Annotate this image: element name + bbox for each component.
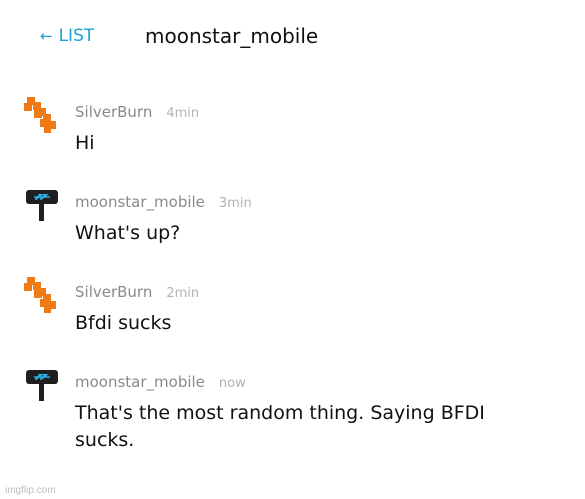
back-arrow-icon: ← [40, 27, 53, 45]
back-to-list-link[interactable]: ← LIST [40, 26, 94, 46]
message-text: Hi [75, 132, 95, 154]
message-timestamp: 2min [166, 286, 200, 301]
message-item: SilverBurn 4min Hi [0, 90, 585, 180]
message-author[interactable]: moonstar_mobile [75, 373, 205, 391]
message-timestamp: 4min [166, 106, 200, 121]
conversation-title: moonstar_mobile [145, 24, 319, 48]
orange-pixel-flame-avatar-icon[interactable] [24, 97, 60, 133]
message-text: That's the most random thing. Saying BFD… [75, 402, 485, 451]
message-meta: moonstar_mobile now [75, 372, 246, 391]
message-meta: SilverBurn 2min [75, 282, 199, 301]
message-item: moonstar_mobile 3min What's up? [0, 180, 585, 270]
message-meta: moonstar_mobile 3min [75, 192, 252, 211]
message-text: What's up? [75, 222, 181, 244]
message-author[interactable]: SilverBurn [75, 283, 152, 301]
hammer-sign-avatar-icon[interactable] [24, 187, 60, 223]
back-link-label: LIST [58, 26, 95, 46]
message-item: moonstar_mobile now That's the most rando… [0, 360, 585, 451]
message-author[interactable]: moonstar_mobile [75, 193, 205, 211]
orange-pixel-flame-avatar-icon[interactable] [24, 277, 60, 313]
message-timestamp: 3min [218, 196, 252, 211]
message-text: Bfdi sucks [75, 312, 172, 334]
message-list: SilverBurn 4min Hi moonstar_mobile 3min Wh… [0, 90, 585, 451]
chat-header: ← LIST moonstar_mobile [0, 0, 585, 72]
message-author[interactable]: SilverBurn [75, 103, 152, 121]
message-timestamp: now [218, 376, 246, 391]
imgflip-watermark: imgflip.com [5, 485, 56, 496]
message-meta: SilverBurn 4min [75, 102, 199, 121]
hammer-sign-avatar-icon[interactable] [24, 367, 60, 403]
message-item: SilverBurn 2min Bfdi sucks [0, 270, 585, 360]
